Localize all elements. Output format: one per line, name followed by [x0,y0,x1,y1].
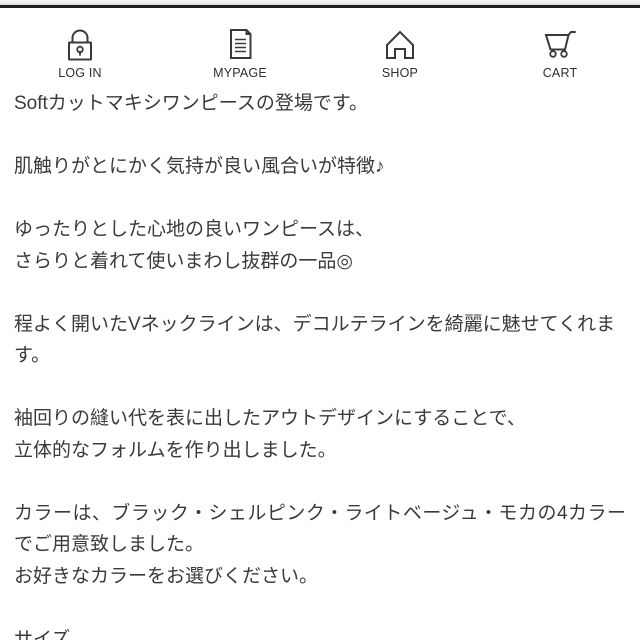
document-icon [219,24,261,64]
description-paragraph-size-heading: サイズ [14,628,71,640]
lock-icon [59,24,101,64]
nav-item-cart[interactable]: CART [480,8,640,88]
nav-label-shop: SHOP [381,66,419,80]
nav-item-shop[interactable]: SHOP [320,8,480,88]
description-paragraph: カラーは、ブラック・シェルピンク・ライトベージュ・モカの4カラーでご用意致しまし… [14,502,626,587]
description-paragraph: 肌触りがとにかく気持が良い風合いが特徴♪ [14,156,385,177]
product-description-text: Softカットマキシワンピースの登場です。 肌触りがとにかく気持が良い風合いが特… [0,88,640,640]
nav-item-mypage[interactable]: MYPAGE [160,8,320,88]
cart-icon [539,24,581,64]
nav-item-login[interactable]: LOG IN [0,8,160,88]
nav-label-cart: CART [542,66,578,80]
nav-label-mypage: MYPAGE [213,66,267,80]
global-navigation: LOG IN MYPAGE SHOP CART [0,8,640,88]
description-paragraph: Softカットマキシワンピースの登場です。 [14,93,368,114]
description-paragraph: 程よく開いたVネックラインは、デコルテラインを綺麗に魅せてくれます。 [14,313,616,367]
description-paragraph: ゆったりとした心地の良いワンピースは、 さらりと着れて使いまわし抜群の一品◎ [14,219,375,272]
description-paragraph: 袖回りの縫い代を表に出したアウトデザインにすることで、 立体的なフォルムを作り出… [14,408,526,461]
house-icon [379,24,421,64]
nav-label-login: LOG IN [58,66,102,80]
product-description-page: LOG IN MYPAGE SHOP CART Softカットマキシワンピースの… [0,0,640,640]
